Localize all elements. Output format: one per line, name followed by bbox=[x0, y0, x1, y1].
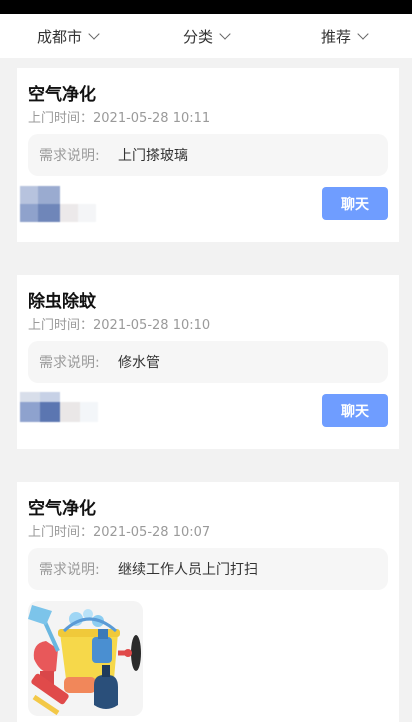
order-time: 上门时间：2021-05-28 10:07 bbox=[28, 521, 210, 540]
order-time: 上门时间：2021-05-28 10:11 bbox=[28, 107, 210, 126]
order-photo[interactable] bbox=[28, 601, 143, 716]
order-time-value: 2021-05-28 10:10 bbox=[93, 318, 211, 333]
category-filter[interactable]: 分类 bbox=[183, 14, 231, 58]
sort-filter-label: 推荐 bbox=[321, 27, 352, 46]
order-time-label: 上门时间： bbox=[28, 525, 94, 540]
order-title: 除虫除蚊 bbox=[28, 292, 96, 312]
chevron-down-icon bbox=[357, 28, 369, 40]
customer-avatar bbox=[20, 392, 100, 428]
description-label: 需求说明: bbox=[39, 148, 100, 164]
chevron-down-icon bbox=[88, 28, 100, 40]
city-filter-label: 成都市 bbox=[37, 27, 83, 46]
chat-button[interactable]: 聊天 bbox=[322, 394, 388, 427]
order-time-label: 上门时间： bbox=[28, 111, 94, 126]
order-card[interactable]: 空气净化 上门时间：2021-05-28 10:11 需求说明: 上门搽玻璃 聊… bbox=[17, 68, 399, 242]
order-card[interactable]: 除虫除蚊 上门时间：2021-05-28 10:10 需求说明: 修水管 聊天 bbox=[17, 275, 399, 449]
description-label: 需求说明: bbox=[39, 355, 100, 371]
description-value: 上门搽玻璃 bbox=[118, 148, 188, 164]
chevron-down-icon bbox=[219, 28, 231, 40]
sort-filter[interactable]: 推荐 bbox=[321, 14, 369, 58]
order-title: 空气净化 bbox=[28, 499, 96, 519]
description-box: 需求说明: 继续工作人员上门打扫 bbox=[28, 548, 388, 590]
chat-button[interactable]: 聊天 bbox=[322, 187, 388, 220]
order-card[interactable]: 空气净化 上门时间：2021-05-28 10:07 需求说明: 继续工作人员上… bbox=[17, 482, 399, 722]
description-value: 继续工作人员上门打扫 bbox=[118, 562, 258, 578]
description-value: 修水管 bbox=[118, 355, 160, 371]
cleaning-supplies-icon bbox=[28, 605, 141, 716]
order-time: 上门时间：2021-05-28 10:10 bbox=[28, 314, 210, 333]
order-time-value: 2021-05-28 10:11 bbox=[93, 111, 211, 126]
order-title: 空气净化 bbox=[28, 85, 96, 105]
filter-bar: 成都市 分类 推荐 bbox=[0, 14, 412, 58]
description-box: 需求说明: 上门搽玻璃 bbox=[28, 134, 388, 176]
description-box: 需求说明: 修水管 bbox=[28, 341, 388, 383]
city-filter[interactable]: 成都市 bbox=[37, 14, 100, 58]
description-label: 需求说明: bbox=[39, 562, 100, 578]
customer-avatar bbox=[20, 186, 100, 222]
order-time-label: 上门时间： bbox=[28, 318, 94, 333]
order-time-value: 2021-05-28 10:07 bbox=[93, 525, 211, 540]
status-bar bbox=[0, 0, 412, 14]
category-filter-label: 分类 bbox=[183, 27, 214, 46]
